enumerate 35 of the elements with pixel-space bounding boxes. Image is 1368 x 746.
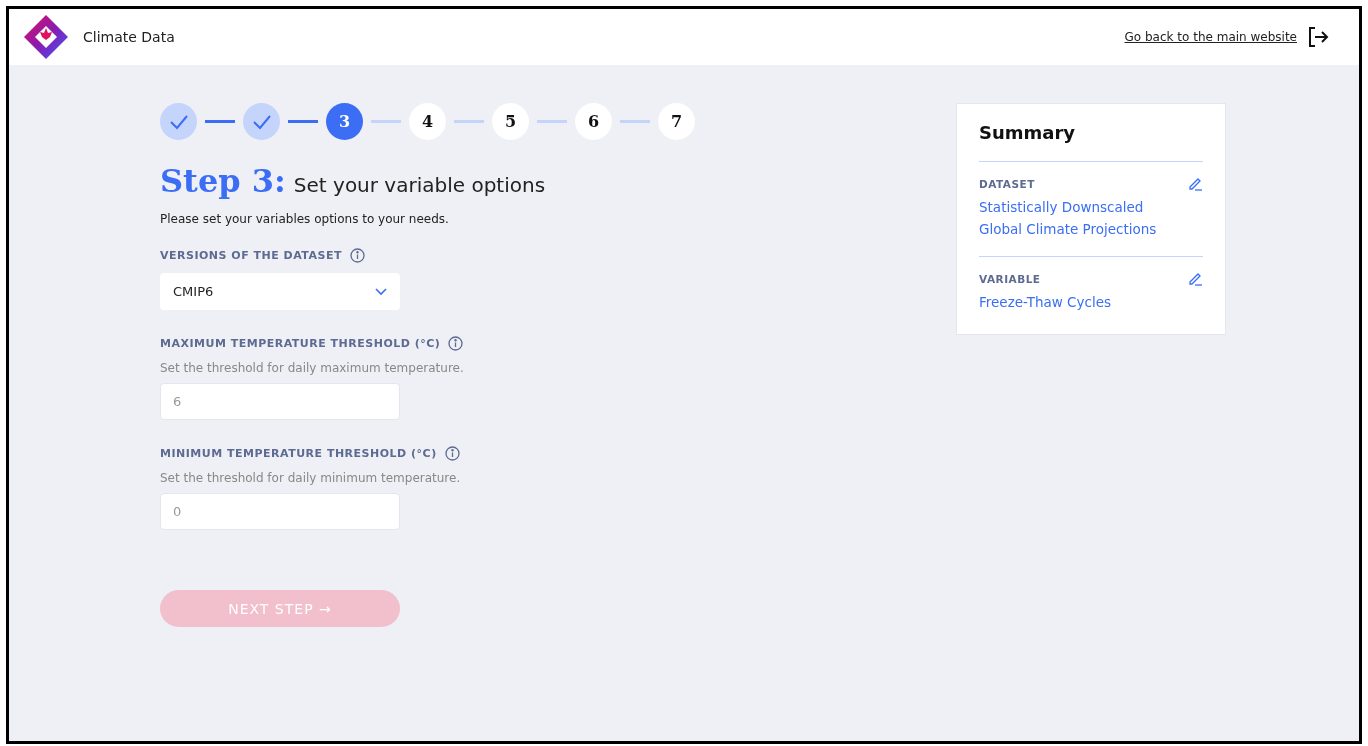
check-icon (168, 113, 189, 130)
threshold-input[interactable]: 6 (160, 383, 400, 420)
summary-value[interactable]: Freeze-Thaw Cycles (979, 292, 1174, 314)
step-indicator[interactable]: 7 (658, 103, 695, 140)
summary-title: Summary (979, 122, 1077, 143)
step-indicator[interactable] (160, 103, 197, 140)
pencil-icon[interactable] (1188, 271, 1203, 287)
info-icon[interactable] (349, 248, 365, 263)
step-indicator[interactable]: 4 (409, 103, 446, 140)
threshold-input[interactable]: 0 (160, 493, 400, 530)
summary-value[interactable]: Statistically Downscaled Global Climate Projections (979, 197, 1174, 241)
check-icon (251, 113, 272, 130)
intro-text: Please set your variables options to your needs. (160, 212, 450, 226)
field-label: MAXIMUM TEMPERATURE THRESHOLD (°C) (160, 337, 441, 350)
summary-label: DATASET (979, 177, 1035, 190)
logout-icon[interactable] (1307, 26, 1329, 48)
back-link[interactable]: Go back to the main website (1124, 30, 1297, 44)
page-heading: Set your variable options (293, 173, 546, 197)
step-indicator[interactable]: 5 (492, 103, 529, 140)
step-heading: Step 3: (160, 162, 286, 200)
info-icon[interactable] (448, 336, 464, 351)
help-text: Set the threshold for daily minimum temperature. (160, 471, 462, 485)
summary-label: VARIABLE (979, 272, 1041, 285)
step-indicator[interactable]: 6 (575, 103, 612, 140)
help-text: Set the threshold for daily maximum temperature. (160, 361, 465, 375)
step-indicator[interactable]: 3 (326, 103, 363, 140)
field-label: MINIMUM TEMPERATURE THRESHOLD (°C) (160, 447, 437, 460)
chevron-down-icon (375, 287, 387, 296)
diamond-logo-icon (23, 14, 69, 60)
step-indicator[interactable] (243, 103, 280, 140)
field-label: VERSIONS OF THE DATASET (160, 249, 342, 262)
pencil-icon[interactable] (1188, 176, 1203, 191)
info-icon[interactable] (444, 446, 460, 461)
site-title: Climate Data (83, 29, 175, 45)
version-dropdown[interactable]: CMIP6 (160, 273, 400, 310)
